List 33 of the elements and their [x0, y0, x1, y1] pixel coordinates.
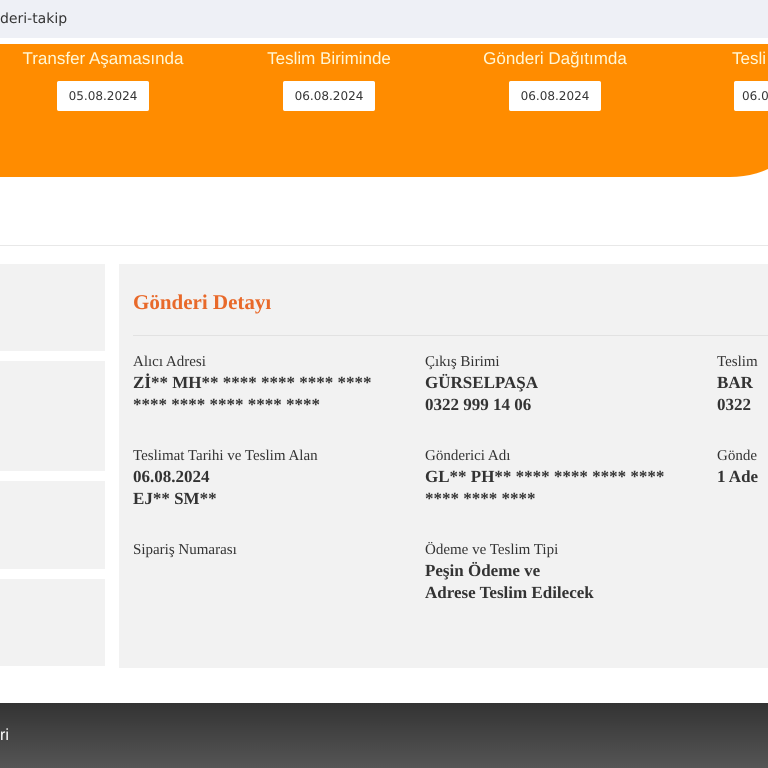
field-value: 0322 999 14 06 — [425, 395, 532, 415]
address-bar[interactable]: deri-takip — [0, 0, 768, 38]
field-label: Teslimat Tarihi ve Teslim Alan — [133, 448, 319, 465]
field-label: Gönde — [717, 448, 758, 465]
field-value: Peşin Ödeme ve — [425, 561, 542, 581]
field-value: GL** PH** **** **** **** **** — [425, 467, 666, 487]
field-value: Adrese Teslim Edilecek — [425, 583, 595, 603]
panel-title: Gönderi Detayı — [133, 264, 768, 336]
field-label: Çıkış Birimi — [425, 354, 501, 371]
field-value: EJ** SM** — [133, 489, 218, 509]
url-text: deri-takip — [0, 11, 68, 27]
field-value: 0322 — [717, 395, 752, 415]
field-value: 1 Ade — [717, 467, 760, 487]
step-label: Gönderi Dağıtımda — [483, 49, 627, 69]
field-label: Sipariş Numarası — [133, 542, 238, 559]
field-value: 06.08.2024 — [133, 467, 210, 487]
field-value: Zİ** MH** **** **** **** **** — [133, 373, 372, 393]
field-label: Teslim — [717, 354, 759, 371]
step-date: 05.08.2024 — [56, 81, 150, 111]
footer-text: ri — [0, 726, 9, 744]
step-date: 06.0 — [734, 81, 768, 111]
step-date: 06.08.2024 — [282, 81, 376, 111]
step-label: Transfer Aşamasında — [22, 49, 184, 69]
field-value: GÜRSELPAŞA — [425, 373, 540, 393]
field-label: Ödeme ve Teslim Tipi — [425, 542, 560, 559]
step-date: 06.08.2024 — [508, 81, 602, 111]
field-value: **** **** **** **** **** — [133, 395, 321, 415]
field-value: BAR — [717, 373, 754, 393]
field-label: Alıcı Adresi — [133, 354, 207, 371]
step-label: Teslim Biriminde — [267, 49, 391, 69]
field-label: Gönderici Adı — [425, 448, 512, 465]
step-label: Tesli — [732, 49, 766, 69]
field-value: **** **** **** — [425, 489, 536, 509]
